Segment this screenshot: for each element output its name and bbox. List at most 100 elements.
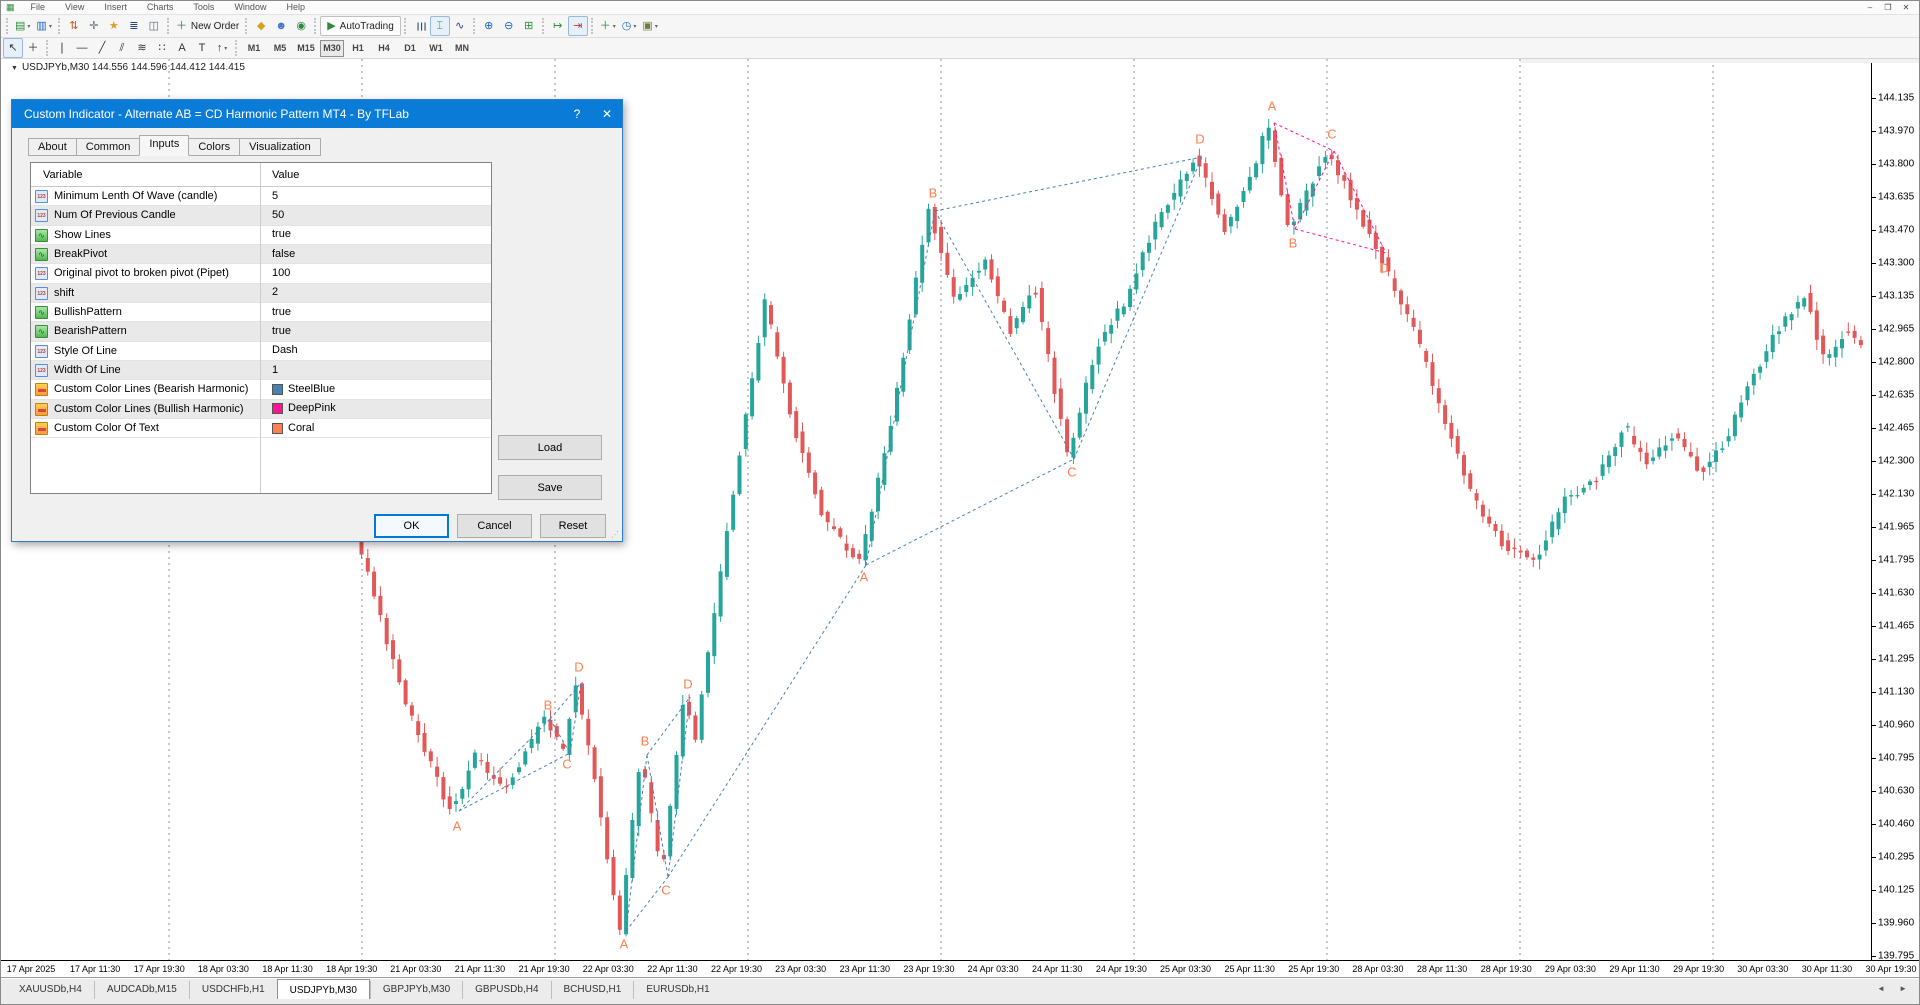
timeframe-m30-button[interactable]: M30 (320, 40, 344, 57)
chart-tab-eurusdbh1[interactable]: EURUSDb,H1 (633, 981, 721, 999)
chart-area[interactable]: ABCDABCDABCDABCD ▼USDJPYb,M30 144.556 14… (1, 59, 1919, 961)
dialog-tab-visualization[interactable]: Visualization (239, 138, 321, 156)
menu-insert[interactable]: Insert (94, 1, 137, 14)
input-value-cell[interactable]: 1 (272, 361, 278, 379)
metaeditor-icon[interactable]: ◆ (251, 16, 271, 36)
dialog-tab-common[interactable]: Common (76, 138, 141, 156)
timeframe-w1-button[interactable]: W1 (424, 40, 448, 57)
cycle-lines-tool-icon[interactable]: ∷ (152, 38, 172, 58)
new-chart-icon[interactable]: ▤▾ (12, 16, 33, 36)
input-value-cell[interactable]: true (272, 322, 291, 340)
equidistant-channel-tool-icon[interactable]: ⫽ (112, 38, 132, 58)
input-row[interactable]: 123Style Of LineDash (31, 342, 491, 361)
indicators-list-icon[interactable]: ＋▾ (597, 16, 619, 36)
close-window-icon[interactable]: ✕ (1897, 1, 1915, 14)
input-row[interactable]: 123Minimum Lenth Of Wave (candle)5 (31, 187, 491, 206)
periods-icon[interactable]: ◷▾ (619, 16, 640, 36)
terminal-icon[interactable]: ≣ (124, 16, 144, 36)
input-row[interactable]: ∿Show Linestrue (31, 226, 491, 245)
cancel-button[interactable]: Cancel (457, 514, 532, 538)
time-axis[interactable]: 17 Apr 202517 Apr 11:3017 Apr 19:3018 Ap… (1, 961, 1920, 977)
chart-tab-gbpjpybm30[interactable]: GBPJPYb,M30 (370, 981, 462, 999)
periods-dropdown-icon[interactable]: ▾ (633, 23, 636, 30)
candlestick-chart-icon[interactable]: ⌶ (430, 16, 450, 36)
zoom-out-icon[interactable]: ⊖ (499, 16, 519, 36)
indicators-list-dropdown-icon[interactable]: ▾ (613, 23, 616, 30)
menu-charts[interactable]: Charts (137, 1, 184, 14)
menu-view[interactable]: View (55, 1, 94, 14)
bar-chart-icon[interactable]: ☰ (410, 16, 430, 36)
horizontal-line-tool-icon[interactable]: ― (72, 38, 92, 58)
symbol-collapse-icon[interactable]: ▼ (11, 65, 18, 72)
input-row[interactable]: 123Width Of Line1 (31, 361, 491, 380)
trendline-tool-icon[interactable]: ╱ (92, 38, 112, 58)
chart-tab-usdchfbh1[interactable]: USDCHFb,H1 (189, 981, 277, 999)
input-row[interactable]: Custom Color Lines (Bearish Harmonic)Ste… (31, 380, 491, 399)
input-row[interactable]: Custom Color Lines (Bullish Harmonic)Dee… (31, 400, 491, 419)
input-value-cell[interactable]: true (272, 303, 291, 321)
timeframe-mn-button[interactable]: MN (450, 40, 474, 57)
navigator-icon[interactable]: ✛ (84, 16, 104, 36)
input-row[interactable]: ∿BreakPivotfalse (31, 245, 491, 264)
price-axis[interactable]: 144.135143.970143.800143.635143.470143.3… (1871, 59, 1919, 963)
timeframe-m5-button[interactable]: M5 (268, 40, 292, 57)
dialog-tab-about[interactable]: About (28, 138, 77, 156)
vertical-line-tool-icon[interactable]: ❘ (52, 38, 72, 58)
input-row[interactable]: ∿BullishPatterntrue (31, 303, 491, 322)
new-chart-dropdown-icon[interactable]: ▾ (27, 23, 30, 30)
dialog-tab-inputs[interactable]: Inputs (139, 135, 189, 156)
templates-icon[interactable]: ▣▾ (639, 16, 660, 36)
input-row[interactable]: Custom Color Of TextCoral (31, 419, 491, 438)
dialog-close-icon[interactable]: ✕ (592, 107, 622, 121)
auto-scroll-icon[interactable]: ↦ (548, 16, 568, 36)
tile-windows-icon[interactable]: ⊞ (519, 16, 539, 36)
restore-window-icon[interactable]: ❐ (1879, 1, 1897, 14)
dialog-title-bar[interactable]: Custom Indicator - Alternate AB = CD Har… (12, 100, 622, 128)
new-order-button[interactable]: ＋New Order (173, 16, 242, 36)
dialog-tab-colors[interactable]: Colors (188, 138, 240, 156)
input-value-cell[interactable]: 50 (272, 206, 284, 224)
favorites-icon[interactable]: ★ (104, 16, 124, 36)
timeframe-h1-button[interactable]: H1 (346, 40, 370, 57)
save-button[interactable]: Save (498, 475, 602, 500)
chart-profiles-dropdown-icon[interactable]: ▾ (49, 23, 52, 30)
chart-tab-usdjpybm30[interactable]: USDJPYb,M30 (277, 979, 370, 999)
input-value-cell[interactable]: SteelBlue (272, 380, 335, 398)
input-value-cell[interactable]: Coral (272, 419, 314, 437)
input-row[interactable]: 123Num Of Previous Candle50 (31, 206, 491, 225)
chart-tab-gbpusdbh4[interactable]: GBPUSDb,H4 (462, 981, 550, 999)
chart-profiles-icon[interactable]: ▥▾ (33, 16, 54, 36)
arrows-tool-icon[interactable]: ↑▾ (212, 38, 232, 58)
reset-button[interactable]: Reset (540, 514, 606, 538)
input-value-cell[interactable]: 100 (272, 264, 290, 282)
input-value-cell[interactable]: 2 (272, 284, 278, 302)
menu-help[interactable]: Help (276, 1, 315, 14)
expert-advisors-icon[interactable]: ☻ (271, 16, 291, 36)
load-button[interactable]: Load (498, 435, 602, 460)
input-value-cell[interactable]: true (272, 226, 291, 244)
menu-tools[interactable]: Tools (183, 1, 224, 14)
input-value-cell[interactable]: DeepPink (272, 400, 336, 418)
crosshair-tool-icon[interactable]: ＋ (23, 38, 43, 58)
input-row[interactable]: 123Original pivot to broken pivot (Pipet… (31, 264, 491, 283)
ok-button[interactable]: OK (374, 514, 449, 538)
timeframe-m15-button[interactable]: M15 (294, 40, 318, 57)
minimize-window-icon[interactable]: – (1861, 1, 1879, 14)
tab-scroll-arrows[interactable]: ◄ ► (1877, 984, 1913, 993)
cursor-tool-icon[interactable]: ↖ (3, 38, 23, 58)
chart-shift-icon[interactable]: ⇥ (568, 16, 588, 36)
input-row[interactable]: ∿BearishPatterntrue (31, 322, 491, 341)
line-chart-icon[interactable]: ∿ (450, 16, 470, 36)
strategy-tester-icon[interactable]: ◫ (144, 16, 164, 36)
arrows-dropdown-icon[interactable]: ▾ (224, 45, 227, 52)
chart-tab-bchusdh1[interactable]: BCHUSD,H1 (551, 981, 634, 999)
templates-dropdown-icon[interactable]: ▾ (655, 23, 658, 30)
timeframe-h4-button[interactable]: H4 (372, 40, 396, 57)
input-value-cell[interactable]: 5 (272, 187, 278, 205)
text-tool-icon[interactable]: A (172, 38, 192, 58)
dialog-resize-grip[interactable]: ⋰ (611, 530, 620, 539)
autotrading-button[interactable]: ▶AutoTrading (320, 16, 401, 36)
dialog-help-button[interactable]: ? (562, 107, 592, 121)
signals-icon[interactable]: ◉ (291, 16, 311, 36)
menu-file[interactable]: File (21, 1, 56, 14)
